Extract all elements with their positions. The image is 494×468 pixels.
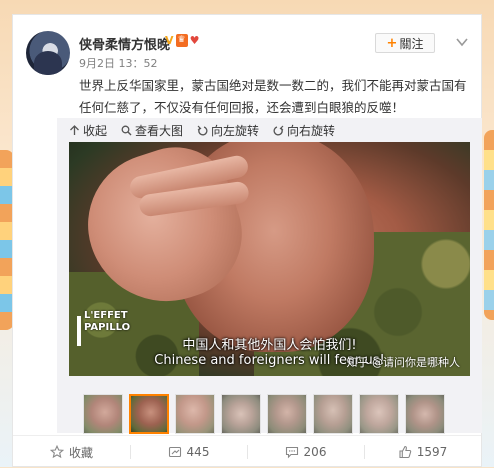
thumbnail[interactable]: [221, 394, 261, 434]
thumbnail[interactable]: [267, 394, 307, 434]
media-panel: 收起 查看大图 向左旋转 向右旋转 L'EFFET PAPILLO 中国人和其他…: [57, 118, 482, 434]
like-count: 1597: [416, 445, 448, 459]
post-header: 侠骨柔情方恨晚 V ♛ ♥ 9月2日 13：52 + 關注: [13, 15, 481, 83]
vip-icon: ♛: [175, 34, 188, 47]
balloon-icon: ♥: [189, 34, 200, 47]
main-image[interactable]: L'EFFET PAPILLO 中国人和其他外国人会怕我们! Chinese a…: [69, 142, 470, 376]
collapse-button[interactable]: 收起: [69, 122, 107, 139]
verified-icon: V: [165, 34, 174, 47]
comment-count: 206: [303, 445, 327, 459]
user-badges: V ♛ ♥: [165, 34, 199, 47]
like-icon: [399, 445, 411, 459]
rotate-left-label: 向左旋转: [211, 123, 260, 138]
thumbnail-active[interactable]: [129, 394, 169, 434]
like-button[interactable]: 1597: [364, 436, 481, 468]
view-large-button[interactable]: 查看大图: [121, 122, 183, 139]
thumbnail[interactable]: [83, 394, 123, 434]
plus-icon: +: [386, 35, 398, 51]
favorite-label: 收藏: [68, 445, 93, 460]
rotate-left-icon: [197, 125, 208, 135]
follow-label: 關注: [399, 36, 424, 51]
collapse-icon: [70, 124, 79, 135]
more-chevron-icon[interactable]: [455, 35, 469, 49]
view-large-label: 查看大图: [135, 123, 184, 138]
comment-icon: [285, 446, 298, 459]
comment-button[interactable]: 206: [247, 436, 364, 468]
thumbnail[interactable]: [175, 394, 215, 434]
avatar[interactable]: [26, 31, 70, 75]
image-toolbar: 收起 查看大图 向左旋转 向右旋转: [57, 118, 482, 142]
thumbnail[interactable]: [405, 394, 445, 434]
rotate-right-button[interactable]: 向右旋转: [273, 122, 335, 139]
post-text: 世界上反华国家里，蒙古国绝对是数一数二的，我们不能再对蒙古国有任何仁慈了，不仅没…: [79, 78, 467, 115]
username[interactable]: 侠骨柔情方恨晚: [79, 34, 170, 53]
thumbnail[interactable]: [359, 394, 399, 434]
star-icon: [49, 445, 64, 459]
repost-count: 445: [186, 445, 210, 459]
zoom-icon: [121, 125, 132, 135]
repost-button[interactable]: 445: [130, 436, 247, 468]
source-watermark: 知乎 @请问你是哪种人: [346, 356, 461, 369]
post-actions: 收藏 445 206 1597: [13, 435, 481, 468]
repost-icon: [168, 446, 181, 458]
follow-button[interactable]: + 關注: [375, 33, 435, 53]
rotate-left-button[interactable]: 向左旋转: [197, 122, 259, 139]
subtitle-chinese: 中国人和其他外国人会怕我们!: [182, 338, 357, 353]
decorative-border-right: [484, 130, 494, 320]
collapse-label: 收起: [83, 123, 108, 138]
rotate-right-label: 向右旋转: [287, 123, 336, 138]
rotate-right-icon: [273, 125, 284, 135]
thumbnail[interactable]: [313, 394, 353, 434]
favorite-button[interactable]: 收藏: [13, 436, 130, 468]
watermark-text: L'EFFET PAPILLO: [84, 310, 131, 333]
thumbnail-strip: [83, 394, 445, 434]
post-timestamp[interactable]: 9月2日 13：52: [79, 55, 158, 71]
weibo-post-card: 侠骨柔情方恨晚 V ♛ ♥ 9月2日 13：52 + 關注 世界上反华国家里，蒙…: [12, 14, 482, 467]
